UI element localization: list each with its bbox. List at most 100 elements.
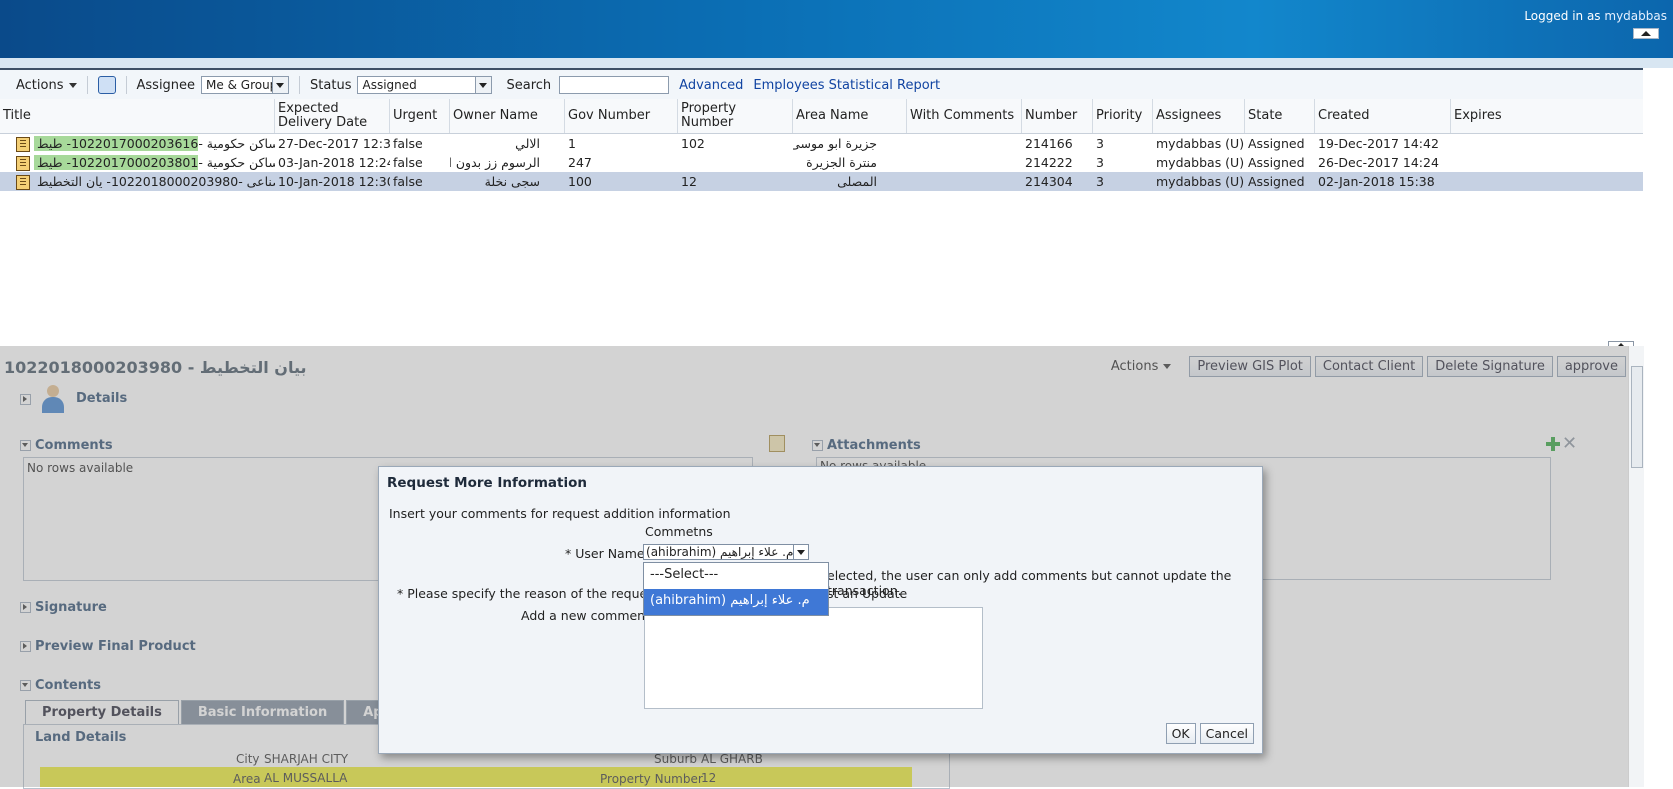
col-gov-number[interactable]: Gov Number [565,99,678,133]
cell-created: 19-Dec-2017 14:42 [1318,136,1439,151]
col-priority[interactable]: Priority [1093,99,1153,133]
actions-menu[interactable]: Actions [16,78,77,93]
assignee-select[interactable]: Me & Group [201,76,290,94]
task-icon [16,174,30,190]
cell-priority: 3 [1096,155,1104,170]
cell-assignees: mydabbas (U) [1156,136,1245,151]
title-cell: مساكن حكومية -1022017000203616- طيط [0,135,275,152]
chevron-down-icon[interactable] [475,77,492,93]
request-more-info-dialog: Request More Information Insert your com… [378,466,1263,754]
logged-in-info: Logged in as mydabbas [1524,9,1667,23]
refresh-icon[interactable] [97,76,116,94]
username-link[interactable]: mydabbas [1604,9,1667,23]
col-area-name[interactable]: Area Name [793,99,907,133]
cell-area: المصلى [837,174,877,189]
cell-priority: 3 [1096,174,1104,189]
cell-assignees: mydabbas (U) [1156,155,1245,170]
cell-owner: الالي [515,136,540,151]
cell-urgent: false [393,155,423,170]
separator [299,76,301,94]
statistical-report-link[interactable]: Employees Statistical Report [753,78,940,93]
option-select[interactable]: ---Select--- [644,563,828,589]
cell-created: 02-Jan-2018 15:38 [1318,174,1435,189]
cell-state: Assigned [1248,155,1305,170]
cell-owner: سجى نخلة [484,174,540,189]
search-input[interactable] [559,76,670,94]
cell-urgent: false [393,174,423,189]
col-urgent[interactable]: Urgent [390,99,450,133]
col-property-number[interactable]: Property Number [678,99,793,133]
chevron-down-icon[interactable] [272,77,289,93]
col-number[interactable]: Number [1022,99,1093,133]
new-comment-textarea[interactable] [644,607,983,709]
cell-number: 214304 [1025,174,1073,189]
cell-number: 214222 [1025,155,1073,170]
option-ahibrahim[interactable]: م. علاء إبراهيم (ahibrahim) [644,589,828,615]
cell-gov: 100 [568,174,592,189]
reason-label-text: Please specify the reason of the request… [407,586,663,601]
title-tail: - يان التخطيط [37,173,111,189]
cell-area: جزيرة ابو موسى [793,136,877,151]
col-owner-name[interactable]: Owner Name [450,99,565,133]
title-arabic: مساكن حكومية - [198,135,275,151]
col-created[interactable]: Created [1315,99,1451,133]
col-expected-delivery[interactable]: Expected Delivery Date [275,99,390,133]
top-band [0,58,1673,68]
cell-owner: الرسوم زز بدون اعفاء [450,155,540,170]
status-select[interactable]: Assigned [357,76,493,94]
user-name-label: * User Name [565,546,645,561]
col-with-comments[interactable]: With Comments [907,99,1022,133]
required-star: * [565,546,576,561]
reason-label: * Please specify the reason of the reque… [397,586,663,601]
col-title[interactable]: Title [0,99,275,133]
cell-state: Assigned [1248,136,1305,151]
separator [86,76,88,94]
title-tail: - طيط [34,154,72,170]
col-state[interactable]: State [1245,99,1315,133]
reason-option-text: st an Update [827,586,908,601]
col-assignees[interactable]: Assignees [1153,99,1245,133]
cell-state: Assigned [1248,174,1305,189]
title-number: 1022017000203616 [71,135,199,151]
search-label: Search [506,77,552,93]
cell-due: 10-Jan-2018 12:30 [278,174,390,189]
title-cell: مساكن حكومية -1022017000203801- طيط [0,154,275,171]
title-arabic: صناعى - [238,173,275,189]
dialog-instruction: Insert your comments for request additio… [389,506,731,521]
table-row[interactable]: مساكن حكومية -1022017000203801- طيط03-Ja… [0,153,1643,172]
user-name-value: م. علاء إبراهيم (ahibrahim) [646,545,794,559]
detail-scrollbar[interactable] [1628,346,1644,787]
task-icon [16,155,30,171]
grid-empty-area [0,194,1643,344]
table-row[interactable]: مساكن حكومية -1022017000203616- طيط27-De… [0,134,1643,153]
col-expires[interactable]: Expires [1451,99,1640,133]
table-row[interactable]: صناعى -1022018000203980- يان التخطيط10-J… [0,172,1643,191]
separator [125,76,127,94]
status-value: Assigned [362,78,417,92]
cell-due: 03-Jan-2018 12:24 [278,155,390,170]
title-number: 1022017000203801 [71,154,199,170]
user-name-label-text: User Name [575,546,645,561]
assignee-value: Me & Group [206,78,278,92]
user-name-options: ---Select--- م. علاء إبراهيم (ahibrahim) [643,562,829,616]
new-comment-label: Add a new comment [521,608,651,623]
caret-down-icon [68,82,77,88]
cancel-button[interactable]: Cancel [1199,723,1254,744]
required-star: * [397,586,408,601]
collapse-header-button[interactable] [1633,28,1659,39]
cell-assignees: mydabbas (U) [1156,174,1245,189]
cell-urgent: false [393,136,423,151]
title-tail: - طيط [34,135,72,151]
cell-prop: 12 [681,174,697,189]
scrollbar-thumb[interactable] [1631,366,1643,468]
user-name-dropdown-button[interactable] [793,544,809,560]
assignee-label: Assignee [136,77,196,93]
title-cell: صناعى -1022018000203980- يان التخطيط [0,174,275,190]
grid-body: مساكن حكومية -1022017000203616- طيط27-De… [0,134,1643,191]
dialog-buttons: OK Cancel [1162,723,1254,744]
user-name-select[interactable]: م. علاء إبراهيم (ahibrahim) [643,544,807,560]
advanced-search-link[interactable]: Advanced [679,78,743,93]
actions-label: Actions [16,77,64,93]
ok-button[interactable]: OK [1165,723,1196,744]
dialog-title: Request More Information [387,475,587,491]
